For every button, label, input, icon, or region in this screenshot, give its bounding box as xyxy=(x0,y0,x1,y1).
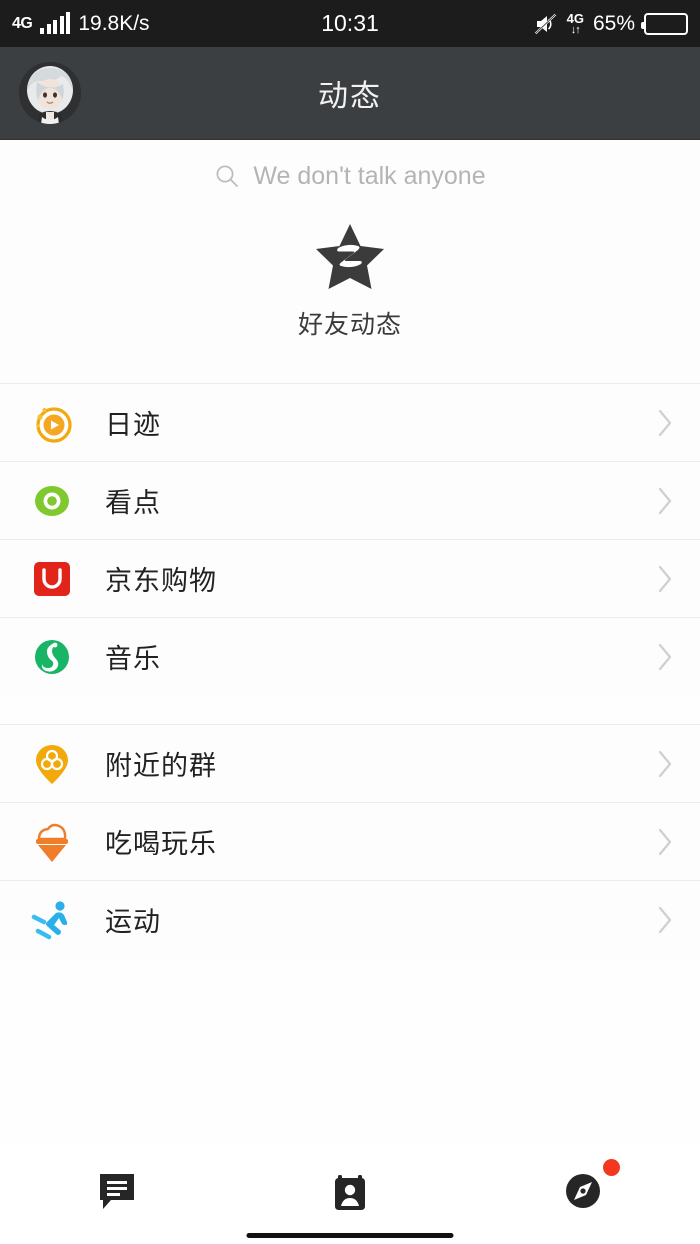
friend-feed-entry[interactable]: 好友动态 xyxy=(0,212,700,383)
nearby-group-pin-icon xyxy=(28,740,76,788)
signal-bars-icon xyxy=(40,11,71,34)
mute-icon xyxy=(534,13,558,35)
chevron-right-icon xyxy=(657,408,674,438)
food-fun-cone-icon xyxy=(28,818,76,866)
daily-trace-play-icon xyxy=(28,399,76,447)
sports-runner-icon xyxy=(28,896,76,944)
list-item-music[interactable]: 音乐 xyxy=(0,617,700,695)
data-arrows-glyph: ↓↑ xyxy=(570,23,581,36)
jd-shopping-icon xyxy=(28,555,76,603)
list-item-daily-trace[interactable]: 日迹 xyxy=(0,383,700,461)
status-bar-right: 4G ↓↑ 65% xyxy=(534,12,688,36)
battery-percent-label: 65% xyxy=(592,11,635,35)
nav-item-contacts[interactable] xyxy=(233,1150,466,1219)
battery-icon xyxy=(641,12,688,35)
chevron-right-icon xyxy=(657,642,674,672)
empty-space xyxy=(0,958,700,1142)
chevron-right-icon xyxy=(657,749,674,779)
contacts-card-icon xyxy=(327,1168,373,1219)
list-item-kandian[interactable]: 看点 xyxy=(0,461,700,539)
chevron-right-icon xyxy=(657,564,674,594)
nav-item-messages[interactable] xyxy=(0,1150,233,1219)
list-item-label: 日迹 xyxy=(105,410,161,440)
compass-icon xyxy=(560,1159,621,1219)
status-badge xyxy=(603,1159,621,1176)
data-transfer-arrows-icon: 4G ↓↑ xyxy=(567,12,584,36)
status-bar: 4G 19.8K/s 10:31 4G ↓↑ 65% xyxy=(0,0,700,47)
data-network-label: 4G xyxy=(566,10,584,26)
group-separator xyxy=(0,695,700,724)
list-item-jd-shopping[interactable]: 京东购物 xyxy=(0,539,700,617)
list-item-label: 音乐 xyxy=(105,644,161,674)
list-item-nearby-group[interactable]: 附近的群 xyxy=(0,724,700,802)
home-indicator xyxy=(246,1233,454,1238)
network-type-label: 4G xyxy=(12,14,33,32)
chevron-right-icon xyxy=(657,486,674,516)
network-speed-label: 19.8K/s xyxy=(78,11,150,35)
search-icon xyxy=(214,163,240,189)
list-group-1: 日迹 看点 京东购物 音乐 xyxy=(0,383,700,695)
kandian-eye-icon xyxy=(28,477,76,525)
avatar[interactable] xyxy=(19,62,81,124)
list-group-2: 附近的群 吃喝玩乐 运动 xyxy=(0,724,700,958)
list-item-label: 附近的群 xyxy=(105,751,217,781)
list-item-food-fun[interactable]: 吃喝玩乐 xyxy=(0,802,700,880)
search-input[interactable]: We don't talk anyone xyxy=(253,162,485,191)
app-header: 动态 xyxy=(0,47,700,140)
nav-item-discover[interactable] xyxy=(467,1150,700,1219)
list-item-label: 吃喝玩乐 xyxy=(105,829,217,859)
status-bar-left: 4G 19.8K/s xyxy=(12,11,150,36)
list-item-sports[interactable]: 运动 xyxy=(0,880,700,958)
star-qzone-icon xyxy=(313,222,387,292)
chat-bubble-icon xyxy=(94,1168,140,1219)
page-title: 动态 xyxy=(318,80,382,113)
list-item-label: 京东购物 xyxy=(105,566,217,596)
friend-feed-label: 好友动态 xyxy=(297,311,402,339)
chevron-right-icon xyxy=(657,905,674,935)
bottom-navigation xyxy=(0,1150,700,1244)
list-item-label: 看点 xyxy=(105,488,161,518)
list-item-label: 运动 xyxy=(105,907,161,937)
music-note-icon xyxy=(28,633,76,681)
search-bar[interactable]: We don't talk anyone xyxy=(0,140,700,212)
chevron-right-icon xyxy=(657,827,674,857)
